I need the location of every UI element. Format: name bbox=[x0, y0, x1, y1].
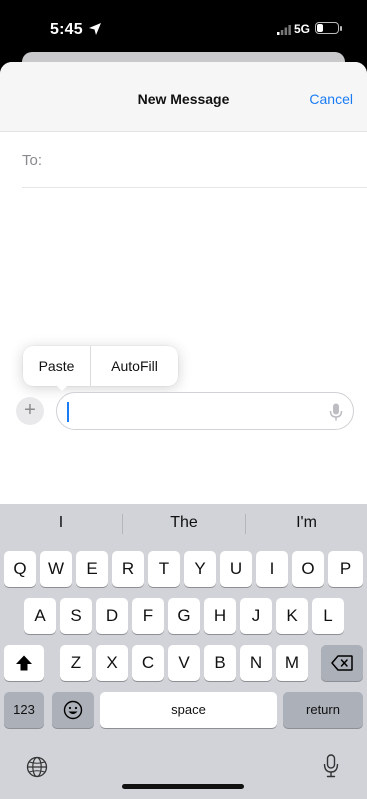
emoji-key[interactable] bbox=[52, 692, 94, 728]
suggestion-3[interactable]: I'm bbox=[246, 514, 367, 532]
key-n[interactable]: N bbox=[240, 645, 272, 681]
battery-icon bbox=[315, 22, 339, 34]
battery-cap bbox=[340, 26, 342, 31]
status-time: 5:45 bbox=[50, 21, 83, 38]
key-q[interactable]: Q bbox=[4, 551, 36, 587]
shift-icon bbox=[16, 655, 32, 671]
backspace-icon bbox=[331, 655, 353, 671]
apps-plus-button[interactable]: + bbox=[16, 397, 44, 425]
location-arrow-icon bbox=[89, 23, 101, 35]
key-x[interactable]: X bbox=[96, 645, 128, 681]
message-input[interactable] bbox=[56, 392, 354, 430]
suggestion-1[interactable]: I bbox=[0, 514, 122, 532]
suggestion-2[interactable]: The bbox=[123, 514, 245, 532]
recipient-field[interactable]: To: bbox=[22, 132, 367, 188]
key-y[interactable]: Y bbox=[184, 551, 216, 587]
return-key[interactable]: return bbox=[283, 692, 363, 728]
key-u[interactable]: U bbox=[220, 551, 252, 587]
key-d[interactable]: D bbox=[96, 598, 128, 634]
key-j[interactable]: J bbox=[240, 598, 272, 634]
key-v[interactable]: V bbox=[168, 645, 200, 681]
home-indicator[interactable] bbox=[122, 784, 244, 789]
shift-key[interactable] bbox=[4, 645, 44, 681]
key-b[interactable]: B bbox=[204, 645, 236, 681]
key-s[interactable]: S bbox=[60, 598, 92, 634]
edit-menu: Paste AutoFill bbox=[23, 346, 178, 391]
to-label: To: bbox=[22, 152, 43, 169]
autofill-button[interactable]: AutoFill bbox=[91, 346, 178, 386]
keyboard: I The I'm Q W E R T Y U I O P A S D F G … bbox=[0, 504, 367, 799]
key-g[interactable]: G bbox=[168, 598, 200, 634]
text-caret bbox=[67, 402, 69, 422]
backspace-key[interactable] bbox=[321, 645, 363, 681]
key-o[interactable]: O bbox=[292, 551, 324, 587]
dictation-mic-icon[interactable] bbox=[329, 403, 343, 421]
signal-bars-icon bbox=[277, 25, 291, 35]
key-e[interactable]: E bbox=[76, 551, 108, 587]
status-bar: 5:45 5G bbox=[0, 0, 367, 58]
space-key[interactable]: space bbox=[100, 692, 277, 728]
dictation-mic-icon[interactable] bbox=[323, 754, 339, 778]
key-w[interactable]: W bbox=[40, 551, 72, 587]
key-z[interactable]: Z bbox=[60, 645, 92, 681]
edit-menu-tail bbox=[55, 384, 69, 391]
predictive-bar: I The I'm bbox=[0, 504, 367, 544]
key-f[interactable]: F bbox=[132, 598, 164, 634]
key-t[interactable]: T bbox=[148, 551, 180, 587]
numbers-key[interactable]: 123 bbox=[4, 692, 44, 728]
key-h[interactable]: H bbox=[204, 598, 236, 634]
key-i[interactable]: I bbox=[256, 551, 288, 587]
key-m[interactable]: M bbox=[276, 645, 308, 681]
key-a[interactable]: A bbox=[24, 598, 56, 634]
key-l[interactable]: L bbox=[312, 598, 344, 634]
nav-bar: New Message Cancel bbox=[0, 62, 367, 132]
globe-icon[interactable] bbox=[26, 756, 48, 778]
key-p[interactable]: P bbox=[328, 551, 363, 587]
network-type: 5G bbox=[294, 22, 311, 36]
paste-button[interactable]: Paste bbox=[23, 346, 91, 386]
key-r[interactable]: R bbox=[112, 551, 144, 587]
key-c[interactable]: C bbox=[132, 645, 164, 681]
cancel-button[interactable]: Cancel bbox=[309, 91, 353, 107]
key-k[interactable]: K bbox=[276, 598, 308, 634]
emoji-icon bbox=[63, 700, 83, 720]
